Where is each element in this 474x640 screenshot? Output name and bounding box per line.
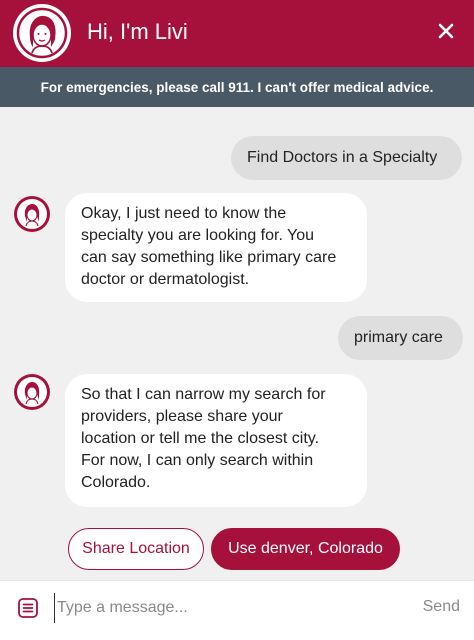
menu-icon[interactable] (16, 596, 40, 620)
user-message: primary care (338, 316, 463, 360)
chat-title: Hi, I'm Livi (87, 19, 188, 44)
bot-message-line: So that I can narrow my search for (81, 386, 326, 403)
bot-message-line: specialty you are looking for. You (81, 227, 315, 244)
message-input[interactable] (54, 593, 394, 623)
user-message: Find Doctors in a Specialty (231, 136, 462, 180)
bot-message-line: For now, I can only search within (81, 452, 314, 469)
user-message-text: primary care (354, 329, 443, 346)
user-message-text: Find Doctors in a Specialty (247, 149, 438, 166)
chat-transcript[interactable]: Find Doctors in a Specialty Okay, I just… (0, 107, 474, 580)
bot-avatar-icon (14, 196, 50, 232)
send-button[interactable]: Send (423, 598, 460, 616)
share-location-button[interactable]: Share Location (68, 528, 204, 570)
bot-message-line: location or tell me the closest city. (81, 430, 320, 447)
bot-message-line: providers, please share your (81, 408, 283, 425)
bot-message: So that I can narrow my search for provi… (65, 374, 367, 507)
chat-header: Hi, I'm Livi (0, 0, 474, 67)
bot-message: Okay, I just need to know the specialty … (65, 193, 367, 302)
message-composer: Send (0, 580, 474, 640)
close-icon[interactable] (430, 15, 462, 47)
use-denver-colorado-button[interactable]: Use denver, Colorado (211, 528, 400, 570)
bot-message-line: doctor or dermatologist. (81, 271, 250, 288)
bot-message-line: can say something like primary care (81, 249, 337, 266)
bot-message-line: Colorado. (81, 474, 151, 491)
bot-message-line: Okay, I just need to know the (81, 205, 287, 222)
emergency-banner: For emergencies, please call 911. I can'… (0, 67, 474, 107)
livi-avatar-icon (13, 4, 71, 62)
bot-avatar-icon (14, 374, 50, 410)
